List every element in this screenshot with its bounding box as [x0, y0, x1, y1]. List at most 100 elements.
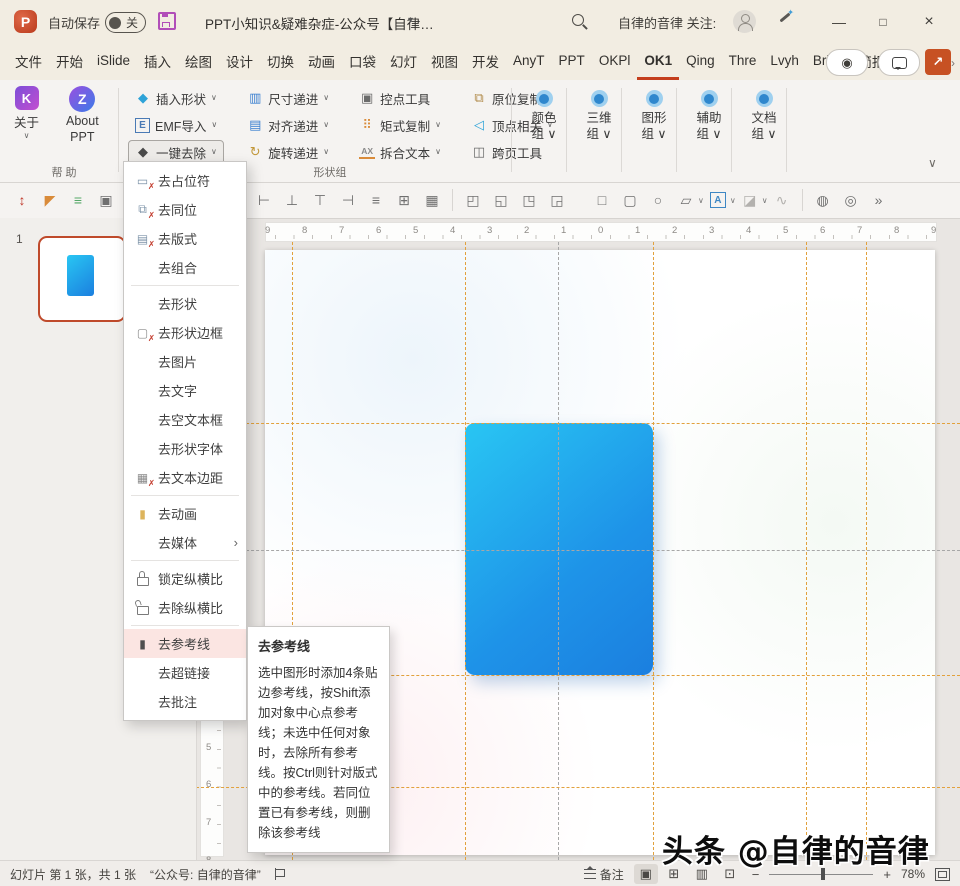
align-top-icon[interactable]: ⊤	[309, 189, 331, 211]
menu-item-remove-group[interactable]: 去组合	[124, 253, 246, 282]
menu-item-remove-shape-border[interactable]: ▢ ✗ 去形状边框	[124, 318, 246, 347]
rectangle-shape-icon[interactable]: □	[591, 189, 613, 211]
menu-item-remove-shape-font[interactable]: 去形状字体	[124, 434, 246, 463]
menu-item-remove-text-margin[interactable]: ▦ ✗ 去文本边距	[124, 463, 246, 492]
align-left-icon[interactable]: ⊢	[253, 189, 275, 211]
equalize-size-icon[interactable]: ▦	[421, 189, 443, 211]
about-kj-button[interactable]: K 关于 ∨	[14, 86, 39, 140]
vertical-guide[interactable]	[653, 242, 654, 860]
ungroup-icon[interactable]: ◲	[546, 189, 568, 211]
menu-item-remove-layout[interactable]: ▤ ✗ 去版式	[124, 224, 246, 253]
document-group-button[interactable]: 文档组 ∨	[737, 86, 791, 142]
vertical-guide[interactable]	[465, 242, 466, 860]
align-step-button[interactable]: ▤ 对齐递进 ∨	[240, 113, 336, 138]
handle-tool-button[interactable]: ▣ 控点工具	[352, 86, 448, 111]
send-backward-icon[interactable]: ◱	[490, 189, 512, 211]
union-shapes-icon[interactable]: ◍	[812, 189, 834, 211]
split-text-button[interactable]: AX 拆合文本 ∨	[352, 140, 448, 165]
collapse-ribbon-icon[interactable]: ∨	[928, 156, 937, 170]
autosave-toggle[interactable]: 关	[105, 12, 147, 33]
assist-group-button[interactable]: 辅助组 ∨	[682, 86, 736, 142]
minimize-button[interactable]: —	[822, 8, 856, 36]
slide-thumbnail[interactable]	[38, 236, 126, 322]
about-ppt-button[interactable]: Z About PPT	[66, 86, 99, 144]
powerpoint-app-icon[interactable]: P	[14, 10, 37, 33]
document-title[interactable]: PPT小知识&疑难杂症-公众号【自律…	[205, 13, 434, 33]
tab-transitions[interactable]: 切换	[260, 44, 301, 80]
color-group-button[interactable]: 颜色组 ∨	[517, 86, 571, 142]
align-right-icon[interactable]: ⊣	[337, 189, 359, 211]
menu-item-remove-guides[interactable]: ▮ 去参考线	[124, 629, 246, 658]
align-objects-icon[interactable]: ≡	[67, 189, 89, 211]
textbox-icon[interactable]: A	[707, 189, 729, 211]
tab-okplus[interactable]: OKPl	[592, 44, 638, 80]
tab-file[interactable]: 文件	[8, 44, 49, 80]
close-button[interactable]: ×	[912, 8, 946, 36]
three-d-group-button[interactable]: 三维组 ∨	[572, 86, 626, 142]
size-step-button[interactable]: ▥ 尺寸递进 ∨	[240, 86, 336, 111]
resize-height-icon[interactable]: ↕	[11, 189, 33, 211]
tab-design[interactable]: 设计	[219, 44, 260, 80]
horizontal-guide[interactable]	[196, 423, 960, 424]
tab-qing[interactable]: Qing	[679, 44, 722, 80]
record-button[interactable]: ◉	[826, 49, 868, 76]
rotate-step-button[interactable]: ↻ 旋转递进 ∨	[240, 140, 336, 165]
maximize-button[interactable]: □	[866, 8, 900, 36]
menu-item-remove-shape[interactable]: 去形状	[124, 289, 246, 318]
merge-shapes-icon[interactable]: ◪	[739, 189, 761, 211]
menu-item-remove-media[interactable]: 去媒体 ›	[124, 528, 246, 557]
share-button[interactable]: ↗	[925, 49, 951, 75]
blue-rounded-rectangle-shape[interactable]	[465, 423, 653, 675]
notes-button[interactable]: 备注	[583, 866, 624, 883]
rounded-rectangle-icon[interactable]: ▢	[619, 189, 641, 211]
vertical-guide[interactable]	[866, 242, 867, 860]
freeform-icon[interactable]: ∿	[771, 189, 793, 211]
menu-item-remove-text[interactable]: 去文字	[124, 376, 246, 405]
tab-islide[interactable]: iSlide	[90, 44, 137, 80]
menu-item-remove-comments[interactable]: 去批注	[124, 687, 246, 716]
crop-frame-icon[interactable]: ▣	[95, 189, 117, 211]
emf-import-button[interactable]: E EMF导入 ∨	[128, 113, 224, 138]
tab-three[interactable]: Thre	[722, 44, 764, 80]
more-tools-button[interactable]: »	[868, 189, 890, 211]
menu-item-remove-same-position[interactable]: ⧉ ✗ 去同位	[124, 195, 246, 224]
tab-animations[interactable]: 动画	[301, 44, 342, 80]
select-shape-icon[interactable]: ◤	[39, 189, 61, 211]
tab-koudai[interactable]: 口袋	[342, 44, 383, 80]
matrix-copy-button[interactable]: ⠿ 矩式复制 ∨	[352, 113, 448, 138]
ellipse-shape-icon[interactable]: ○	[647, 189, 669, 211]
tab-ok10[interactable]: OK1	[637, 44, 680, 80]
horizontal-ruler[interactable]: 9 8 7 6 5 4 3 2 1 0 1 2 3 4 5 6 7 8 9	[265, 222, 937, 242]
normal-view-icon[interactable]: ▣	[633, 864, 658, 884]
menu-item-remove-animation[interactable]: ▮ 去动画	[124, 499, 246, 528]
save-icon[interactable]	[158, 12, 176, 30]
graphic-group-button[interactable]: 图形组 ∨	[627, 86, 681, 142]
menu-item-lock-aspect-ratio[interactable]: 锁定纵横比	[124, 564, 246, 593]
title-dropdown-icon[interactable]: ▾	[408, 15, 413, 26]
account-name[interactable]: 自律的音律 关注:	[618, 13, 716, 32]
vertical-guide[interactable]	[806, 242, 807, 860]
tab-draw[interactable]: 绘图	[178, 44, 219, 80]
search-icon[interactable]	[572, 14, 584, 26]
group-icon[interactable]: ◳	[518, 189, 540, 211]
tab-slideshow[interactable]: 幻灯	[383, 44, 424, 80]
tab-view[interactable]: 视图	[424, 44, 465, 80]
menu-item-remove-empty-textbox[interactable]: 去空文本框	[124, 405, 246, 434]
user-avatar[interactable]	[733, 10, 756, 33]
distribute-vertical-icon[interactable]: ⊞	[393, 189, 415, 211]
subtract-shapes-icon[interactable]: ◎	[840, 189, 862, 211]
tab-insert[interactable]: 插入	[137, 44, 178, 80]
fit-to-window-icon[interactable]	[935, 867, 950, 881]
accessibility-icon[interactable]	[274, 868, 286, 880]
align-bottom-icon[interactable]: ⊥	[281, 189, 303, 211]
tab-ppt[interactable]: PPT	[552, 44, 592, 80]
tab-anyt[interactable]: AnyT	[506, 44, 552, 80]
distribute-horizontal-icon[interactable]: ≡	[365, 189, 387, 211]
menu-item-remove-aspect-ratio[interactable]: 去除纵横比	[124, 593, 246, 622]
insert-shape-button[interactable]: ◆ 插入形状 ∨	[128, 86, 224, 111]
menu-item-remove-placeholder[interactable]: ▭ ✗ 去占位符	[124, 166, 246, 195]
vertical-center-guide[interactable]	[558, 242, 559, 860]
tab-developer[interactable]: 开发	[465, 44, 506, 80]
menu-item-remove-picture[interactable]: 去图片	[124, 347, 246, 376]
horizontal-center-guide[interactable]	[196, 550, 960, 551]
